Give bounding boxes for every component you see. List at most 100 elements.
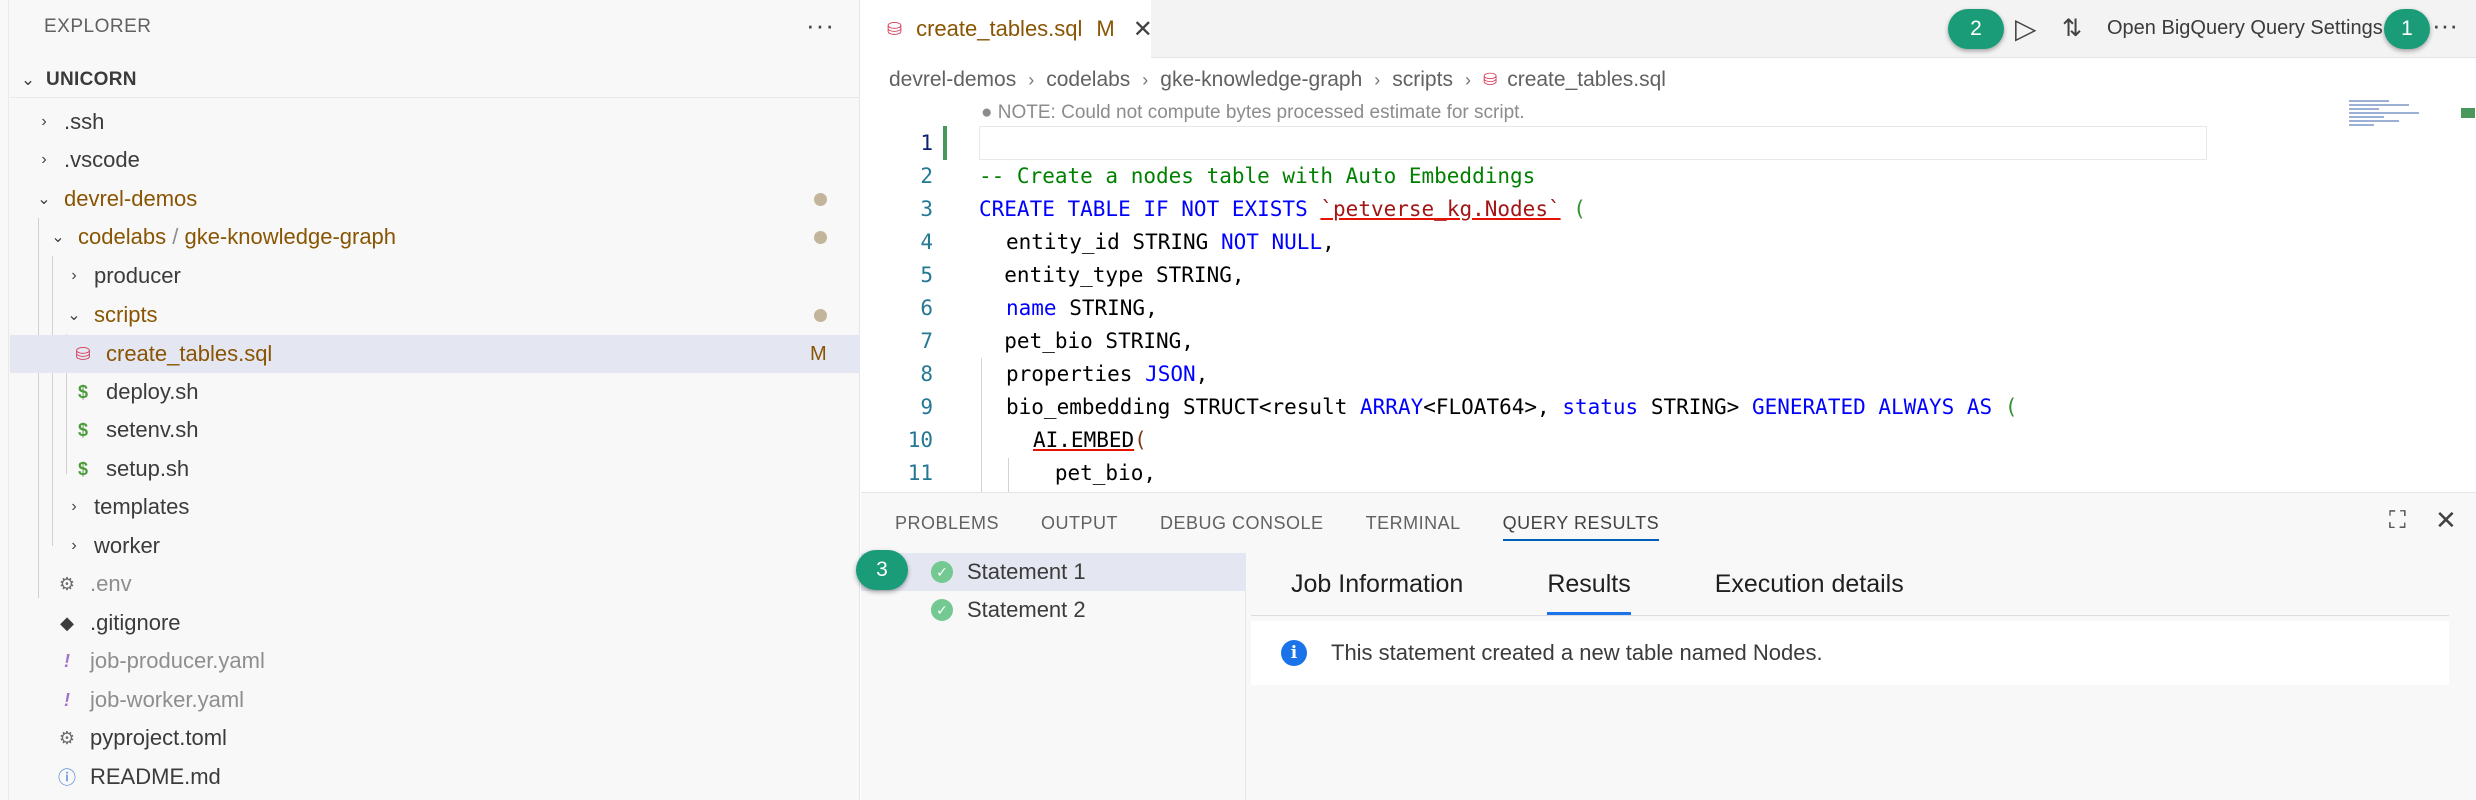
tree-item-vscode[interactable]: › .vscode	[10, 141, 860, 179]
modified-dot	[814, 308, 827, 322]
breadcrumb-item[interactable]: devrel-demos	[889, 68, 1016, 92]
sql-paren: (	[1134, 427, 1147, 452]
tree-item-label: codelabs / gke-knowledge-graph	[78, 224, 396, 250]
tree-item-devrel-demos[interactable]: ⌄ devrel-demos	[10, 180, 860, 218]
database-icon: ⛁	[1482, 70, 1498, 89]
tree-item-templates[interactable]: › templates	[10, 488, 860, 526]
chevron-down-icon: ⌄	[37, 191, 51, 208]
code-text: CREATE TABLE IF NOT EXISTS `petverse_kg.…	[979, 197, 1586, 221]
dollar-icon: $	[77, 458, 88, 479]
tree-item-label: setup.sh	[106, 456, 190, 481]
tree-item-env[interactable]: ⚙ .env	[10, 565, 860, 603]
tree-item-deploy-sh[interactable]: $ deploy.sh	[10, 373, 860, 411]
explorer-more-actions-icon[interactable]: ···	[806, 10, 835, 41]
tree-item-label: devrel-demos	[64, 186, 198, 211]
minimap[interactable]	[2349, 98, 2429, 158]
breadcrumb-item[interactable]: gke-knowledge-graph	[1160, 68, 1362, 92]
breadcrumb: devrel-demos › codelabs › gke-knowledge-…	[861, 62, 1666, 98]
code-line-4: 4 entity_id STRING NOT NULL,	[861, 225, 2361, 258]
git-icon: ◆	[60, 612, 74, 633]
tree-item-producer[interactable]: › producer	[10, 257, 860, 295]
scrollbar-change-marker	[2461, 108, 2475, 118]
result-message-text: This statement created a new table named…	[1331, 640, 1823, 665]
sql-keyword: ARRAY	[1360, 394, 1424, 419]
tab-execution-details[interactable]: Execution details	[1715, 553, 1904, 615]
tab-problems[interactable]: PROBLEMS	[895, 493, 999, 553]
breadcrumb-item[interactable]: codelabs	[1046, 68, 1130, 92]
line-number: 10	[907, 427, 933, 452]
tree-item-ssh[interactable]: › .ssh	[10, 103, 860, 141]
sql-text: ,	[1322, 229, 1335, 254]
statement-item-2[interactable]: ✓ Statement 2	[861, 591, 1246, 629]
line-number: 8	[920, 361, 933, 386]
tree-item-worker[interactable]: › worker	[10, 527, 860, 565]
tree-item-label: .env	[90, 571, 132, 596]
tree-item-label: pyproject.toml	[90, 725, 227, 750]
line-number: 5	[920, 262, 933, 287]
editor-body: devrel-demos › codelabs › gke-knowledge-…	[861, 0, 2476, 492]
modified-dot	[814, 192, 827, 206]
tab-job-information[interactable]: Job Information	[1291, 553, 1463, 615]
minimap-line	[2349, 120, 2399, 122]
tree-item-codelabs-gke-knowledge-graph[interactable]: ⌄ codelabs / gke-knowledge-graph	[10, 218, 860, 256]
tree-item-label: README.md	[90, 764, 221, 789]
breadcrumb-item[interactable]: create_tables.sql	[1507, 68, 1666, 92]
code-comment: -- Create a nodes table with Auto Embedd…	[979, 163, 1536, 188]
chevron-right-icon: ›	[1374, 69, 1381, 90]
tree-item-scripts[interactable]: ⌄ scripts	[10, 296, 860, 334]
tree-item-create-tables-sql[interactable]: ⛁ create_tables.sql M	[10, 335, 860, 373]
code-text: AI.EMBED(	[1033, 428, 1147, 452]
tree-item-job-producer-yaml[interactable]: ! job-producer.yaml	[10, 642, 860, 680]
minimap-line	[2349, 104, 2409, 106]
sql-paren: (	[1573, 196, 1586, 221]
statement-list: ✓ Statement 1 ✓ Statement 2	[861, 553, 1246, 800]
gear-icon: ⚙	[58, 573, 76, 594]
breadcrumb-item[interactable]: scripts	[1392, 68, 1453, 92]
line-number: 6	[920, 295, 933, 320]
code-line-10: 10 AI.EMBED(	[861, 423, 2361, 456]
workspace-root[interactable]: ⌄ UNICORN	[10, 62, 860, 98]
tab-debug-console[interactable]: DEBUG CONSOLE	[1160, 493, 1324, 553]
sql-identifier: `petverse_kg.Nodes`	[1320, 196, 1561, 221]
chevron-right-icon: ›	[1142, 69, 1149, 90]
chevron-right-icon: ›	[1464, 69, 1471, 90]
statement-item-1[interactable]: ✓ Statement 1	[861, 553, 1246, 591]
maximize-panel-icon[interactable]: ⛶	[2389, 507, 2406, 535]
code-editor[interactable]: ● NOTE: Could not compute bytes processe…	[861, 98, 2476, 492]
tree-item-gitignore[interactable]: ◆ .gitignore	[10, 604, 860, 642]
tab-query-results[interactable]: QUERY RESULTS	[1502, 493, 1660, 553]
code-line-8: 8 properties JSON,	[861, 357, 2361, 390]
tree-item-setup-sh[interactable]: $ setup.sh	[10, 450, 860, 488]
close-panel-icon[interactable]: ✕	[2435, 505, 2457, 536]
code-text: pet_bio STRING,	[979, 328, 1194, 353]
tree-item-label: worker	[94, 533, 161, 558]
sql-keyword: status	[1562, 394, 1639, 419]
code-text: entity_type STRING,	[979, 262, 1245, 287]
chevron-down-icon: ⌄	[51, 229, 65, 246]
exclamation-icon: !	[64, 650, 70, 671]
tab-output[interactable]: OUTPUT	[1041, 493, 1118, 553]
tree-item-job-worker-yaml[interactable]: ! job-worker.yaml	[10, 681, 860, 719]
sql-keyword: CREATE TABLE IF NOT EXISTS	[979, 196, 1308, 221]
tree-item-label: deploy.sh	[106, 379, 199, 404]
chevron-right-icon: ›	[71, 537, 77, 554]
sql-text: entity_id STRING	[1006, 229, 1209, 254]
bytes-estimate-note: ● NOTE: Could not compute bytes processe…	[981, 102, 1525, 124]
minimap-line	[2349, 116, 2384, 118]
modified-dot	[814, 230, 827, 244]
tree-item-label: job-producer.yaml	[90, 648, 265, 673]
tree-item-label: .ssh	[64, 109, 105, 134]
minimap-line	[2349, 124, 2374, 126]
tree-item-pyproject-toml[interactable]: ⚙ pyproject.toml	[10, 719, 860, 757]
tree-item-setenv-sh[interactable]: $ setenv.sh	[10, 411, 860, 449]
code-line-1: 1	[861, 126, 2361, 159]
sql-text: <FLOAT64>,	[1423, 394, 1563, 419]
tab-results[interactable]: Results	[1547, 553, 1632, 615]
code-text: properties JSON,	[1006, 362, 1208, 386]
code-line-5: 5 entity_type STRING,	[861, 258, 2361, 291]
sql-text: properties	[1006, 361, 1146, 386]
sql-function: AI.EMBED	[1033, 427, 1135, 452]
tab-terminal[interactable]: TERMINAL	[1366, 493, 1461, 553]
tree-item-readme-md[interactable]: ⓘ README.md	[10, 758, 860, 796]
sql-keyword: NOT NULL	[1220, 229, 1323, 254]
